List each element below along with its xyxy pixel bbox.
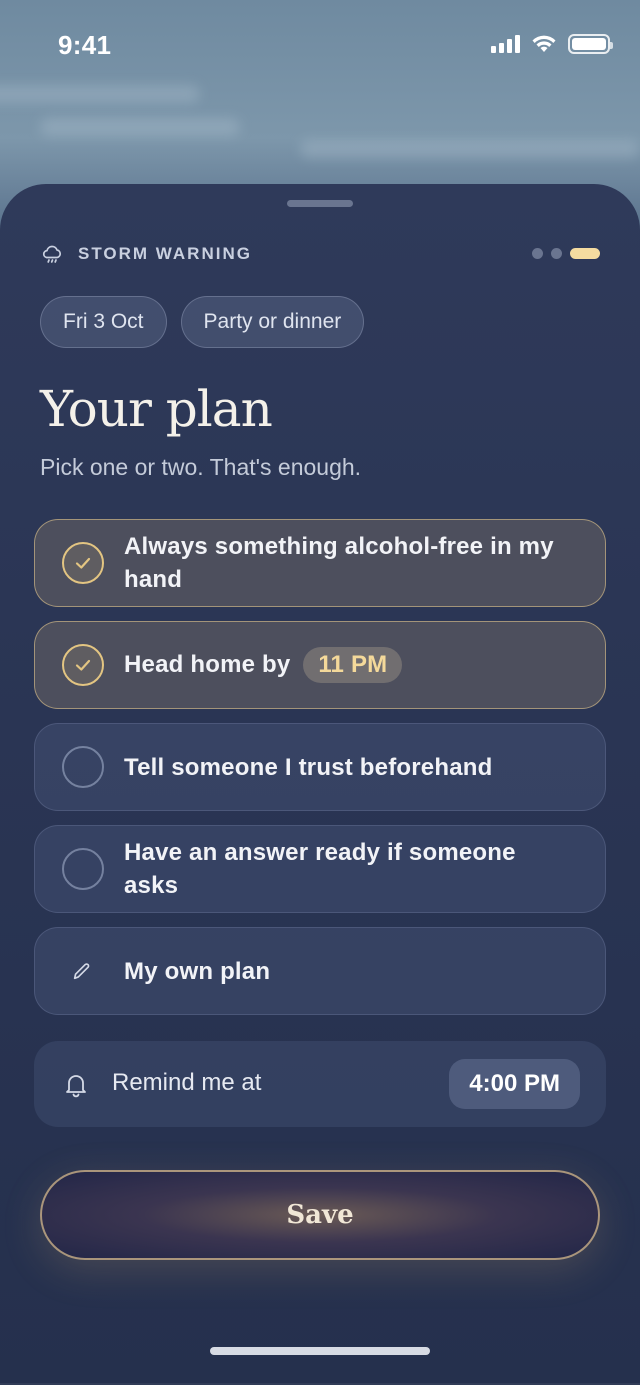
occasion-chip[interactable]: Party or dinner bbox=[180, 296, 365, 348]
home-time-pill[interactable]: 11 PM bbox=[303, 647, 403, 683]
check-icon bbox=[75, 659, 91, 671]
own-plan-label: My own plan bbox=[124, 957, 271, 985]
plan-option-tell-someone[interactable]: Tell someone I trust beforehand bbox=[34, 723, 606, 811]
battery-icon bbox=[568, 34, 613, 54]
check-icon bbox=[75, 557, 91, 569]
plan-option-answer-ready[interactable]: Have an answer ready if someone asks bbox=[34, 825, 606, 913]
bell-icon bbox=[66, 1075, 86, 1098]
page-title: Your plan bbox=[40, 380, 273, 438]
cellular-signal-icon bbox=[491, 35, 520, 53]
page-subtitle: Pick one or two. That's enough. bbox=[40, 454, 362, 480]
sky-cloud-streak bbox=[300, 140, 640, 158]
plan-option-label: Tell someone I trust beforehand bbox=[124, 753, 493, 781]
plan-option-alcohol-free[interactable]: Always something alcohol-free in my hand bbox=[34, 519, 606, 607]
checkbox-checked[interactable] bbox=[62, 542, 104, 584]
storm-warning-row: STORM WARNING bbox=[40, 242, 600, 266]
plan-option-label: Always something alcohol-free in my hand bbox=[124, 533, 554, 593]
checkbox-unchecked[interactable] bbox=[62, 746, 104, 788]
pencil-icon bbox=[73, 963, 90, 980]
sheet-grabber[interactable] bbox=[287, 200, 353, 207]
sky-cloud-streak bbox=[40, 118, 240, 136]
storm-warning-label: STORM WARNING bbox=[78, 244, 252, 263]
status-bar: 9:41 bbox=[0, 0, 640, 90]
home-indicator[interactable] bbox=[210, 1347, 430, 1355]
reminder-row[interactable]: Remind me at 4:00 PM bbox=[34, 1041, 606, 1127]
wifi-icon bbox=[532, 35, 556, 52]
save-button[interactable]: Save bbox=[40, 1170, 600, 1260]
step-dot bbox=[551, 248, 562, 259]
plan-option-head-home[interactable]: Head home by 11 PM bbox=[34, 621, 606, 709]
step-dot-active bbox=[570, 248, 600, 259]
plan-option-label: Head home by 11 PM bbox=[124, 647, 565, 683]
storm-cloud-icon bbox=[42, 245, 61, 263]
checkbox-unchecked[interactable] bbox=[62, 848, 104, 890]
date-chip[interactable]: Fri 3 Oct bbox=[40, 296, 167, 348]
plan-option-label-text: Head home by bbox=[124, 651, 291, 678]
checkbox-checked[interactable] bbox=[62, 644, 104, 686]
bottom-sheet: STORM WARNING Fri 3 Oct Party or dinner … bbox=[0, 184, 640, 1385]
status-time: 9:41 bbox=[58, 30, 112, 60]
step-dot bbox=[532, 248, 543, 259]
context-chips: Fri 3 Oct Party or dinner bbox=[40, 296, 365, 348]
plan-option-label: Have an answer ready if someone asks bbox=[124, 839, 516, 899]
own-plan-option[interactable]: My own plan bbox=[34, 927, 606, 1015]
reminder-time-button[interactable]: 4:00 PM bbox=[449, 1059, 580, 1109]
step-indicator bbox=[532, 248, 600, 259]
reminder-label: Remind me at bbox=[112, 1069, 262, 1096]
status-icons bbox=[491, 34, 613, 54]
